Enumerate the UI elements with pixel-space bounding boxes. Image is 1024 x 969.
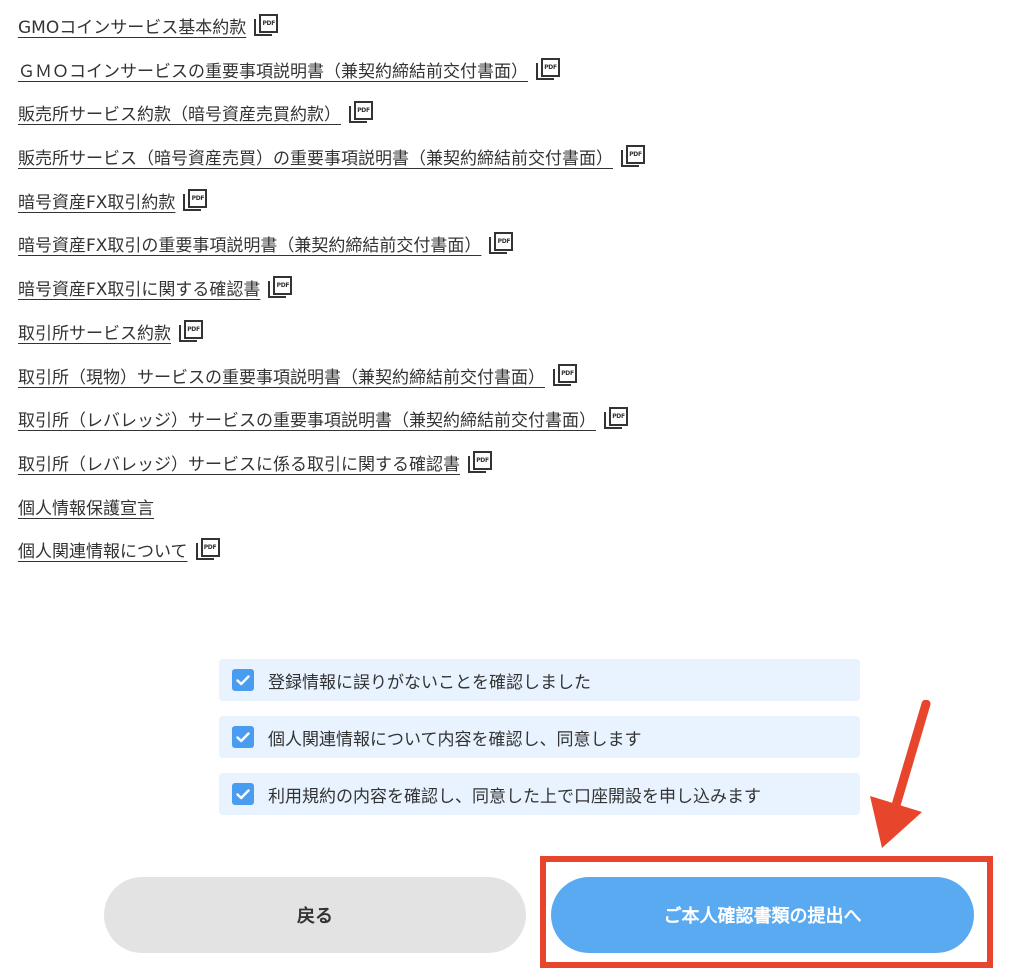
doc-link-gmo-important-matters[interactable]: ＧＭＯコインサービスの重要事項説明書（兼契約締結前交付書面）: [18, 58, 528, 86]
pdf-icon[interactable]: PDF: [195, 538, 220, 562]
check-icon: [236, 788, 250, 799]
pdf-icon[interactable]: PDF: [489, 232, 514, 256]
list-item: GMOコインサービス基本約款 PDF: [18, 14, 645, 58]
checkbox-checked[interactable]: [232, 669, 254, 691]
doc-link-personal-related-info[interactable]: 個人関連情報について: [18, 538, 188, 566]
check-icon: [236, 731, 250, 742]
pdf-icon[interactable]: PDF: [621, 145, 645, 169]
confirmation-checklist: 登録情報に誤りがないことを確認しました 個人関連情報について内容を確認し、同意し…: [219, 659, 860, 830]
pdf-icon[interactable]: PDF: [179, 319, 203, 344]
pdf-icon[interactable]: PDF: [604, 407, 628, 431]
list-item: 販売所サービス約款（暗号資産売買約款） PDF: [18, 101, 645, 145]
arrow-icon: [870, 700, 931, 848]
doc-link-exchange-leverage-important-matters[interactable]: 取引所（レバレッジ）サービスの重要事項説明書（兼契約締結前交付書面）: [18, 407, 596, 435]
checkbox-checked[interactable]: [232, 783, 254, 805]
check-icon: [236, 674, 250, 685]
doc-link-gmo-basic-terms[interactable]: GMOコインサービス基本約款: [18, 14, 246, 42]
doc-link-exchange-spot-important-matters[interactable]: 取引所（現物）サービスの重要事項説明書（兼契約締結前交付書面）: [18, 364, 545, 392]
list-item: 暗号資産FX取引約款 PDF: [18, 188, 645, 233]
doc-link-privacy-declaration[interactable]: 個人情報保護宣言: [18, 495, 154, 523]
pdf-icon[interactable]: PDF: [349, 101, 373, 125]
back-button[interactable]: 戻る: [104, 877, 526, 953]
pdf-icon[interactable]: PDF: [553, 363, 577, 388]
confirm-registration-checkbox-row[interactable]: 登録情報に誤りがないことを確認しました: [219, 659, 860, 701]
list-item: 個人関連情報について PDF: [18, 538, 645, 582]
confirm-personal-info-checkbox-row[interactable]: 個人関連情報について内容を確認し、同意します: [219, 716, 860, 758]
checkbox-label: 利用規約の内容を確認し、同意した上で口座開設を申し込みます: [268, 786, 761, 807]
checkbox-label: 個人関連情報について内容を確認し、同意します: [268, 729, 642, 750]
doc-link-exchange-leverage-confirmation[interactable]: 取引所（レバレッジ）サービスに係る取引に関する確認書: [18, 451, 460, 479]
doc-link-sales-terms[interactable]: 販売所サービス約款（暗号資産売買約款）: [18, 101, 341, 129]
document-list: GMOコインサービス基本約款 PDF ＧＭＯコインサービスの重要事項説明書（兼契…: [18, 14, 645, 582]
list-item: 個人情報保護宣言: [18, 495, 645, 539]
checkbox-checked[interactable]: [232, 726, 254, 748]
list-item: ＧＭＯコインサービスの重要事項説明書（兼契約締結前交付書面） PDF: [18, 57, 645, 102]
pdf-icon[interactable]: PDF: [468, 450, 492, 475]
list-item: 取引所（レバレッジ）サービスの重要事項説明書（兼契約締結前交付書面） PDF: [18, 407, 645, 451]
pdf-icon[interactable]: PDF: [254, 14, 279, 38]
list-item: 取引所（レバレッジ）サービスに係る取引に関する確認書 PDF: [18, 450, 645, 495]
doc-link-exchange-terms[interactable]: 取引所サービス約款: [18, 320, 171, 348]
submit-id-documents-button[interactable]: ご本人確認書類の提出へ: [551, 877, 974, 953]
list-item: 暗号資産FX取引に関する確認書 PDF: [18, 276, 645, 320]
list-item: 取引所（現物）サービスの重要事項説明書（兼契約締結前交付書面） PDF: [18, 363, 645, 408]
list-item: 取引所サービス約款 PDF: [18, 319, 645, 364]
pdf-icon[interactable]: PDF: [268, 276, 293, 300]
doc-link-fx-important-matters[interactable]: 暗号資産FX取引の重要事項説明書（兼契約締結前交付書面）: [18, 232, 481, 260]
doc-link-fx-terms[interactable]: 暗号資産FX取引約款: [18, 189, 175, 217]
list-item: 暗号資産FX取引の重要事項説明書（兼契約締結前交付書面） PDF: [18, 232, 645, 276]
pdf-icon[interactable]: PDF: [183, 188, 208, 213]
checkbox-label: 登録情報に誤りがないことを確認しました: [268, 672, 591, 693]
pdf-icon[interactable]: PDF: [536, 57, 560, 82]
doc-link-fx-confirmation[interactable]: 暗号資産FX取引に関する確認書: [18, 276, 260, 304]
confirm-terms-checkbox-row[interactable]: 利用規約の内容を確認し、同意した上で口座開設を申し込みます: [219, 773, 860, 815]
doc-link-sales-important-matters[interactable]: 販売所サービス（暗号資産売買）の重要事項説明書（兼契約締結前交付書面）: [18, 145, 613, 173]
list-item: 販売所サービス（暗号資産売買）の重要事項説明書（兼契約締結前交付書面） PDF: [18, 145, 645, 189]
